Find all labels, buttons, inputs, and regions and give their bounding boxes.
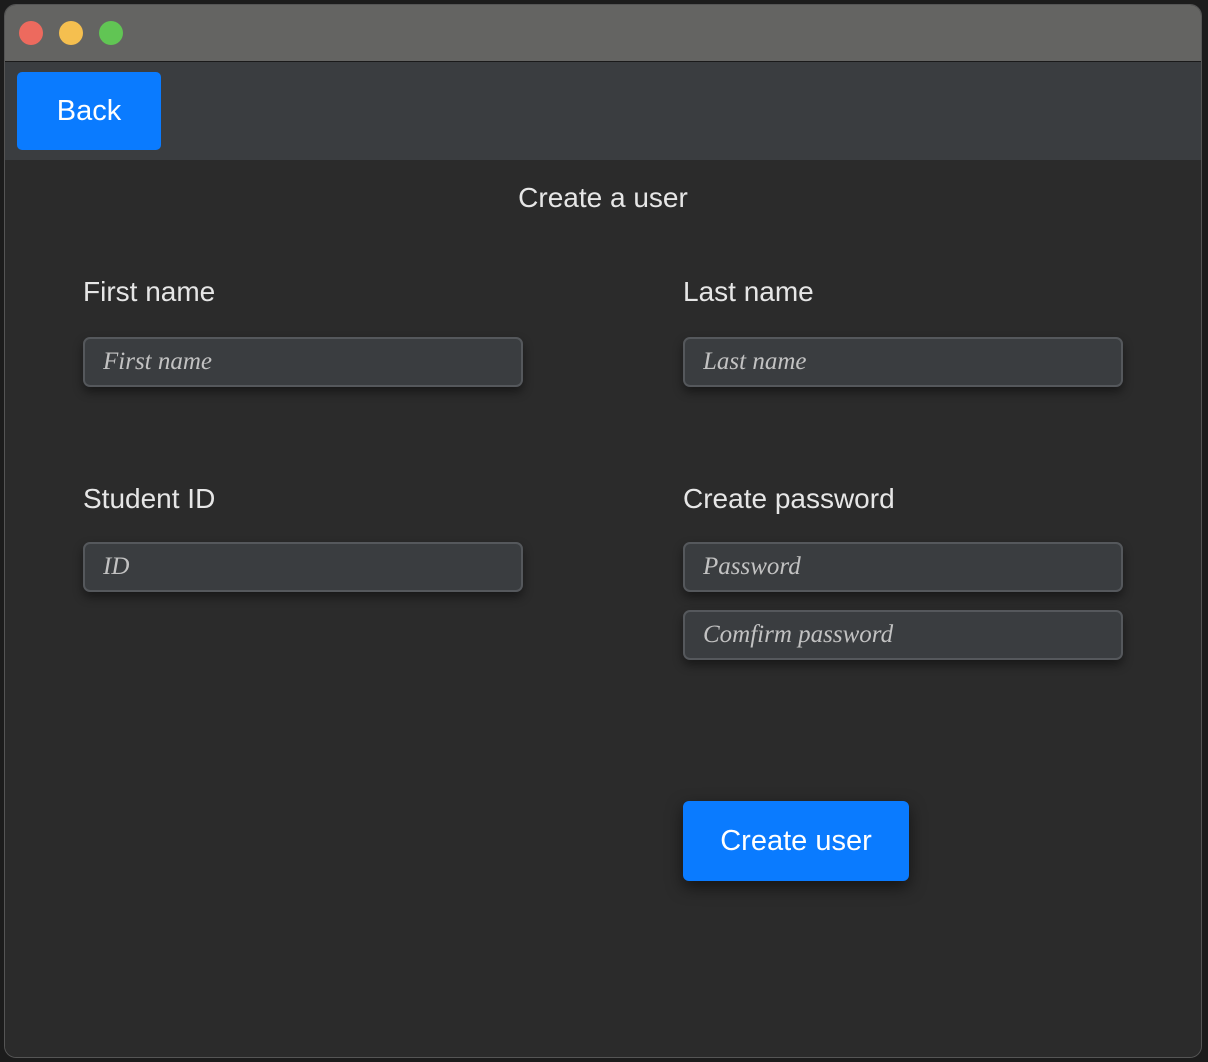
minimize-window-button[interactable] xyxy=(59,21,83,45)
page-title: Create a user xyxy=(518,182,688,213)
first-name-label: First name xyxy=(83,276,216,307)
last-name-label: Last name xyxy=(683,276,814,307)
confirm-password-input[interactable] xyxy=(683,610,1123,660)
create-user-button[interactable]: Create user xyxy=(683,801,909,881)
title-bar xyxy=(5,5,1201,62)
last-name-input[interactable] xyxy=(683,337,1123,387)
close-window-button[interactable] xyxy=(19,21,43,45)
first-name-input[interactable] xyxy=(83,337,523,387)
toolbar: Back xyxy=(5,62,1201,160)
app-window: Back Create a user First name Last name … xyxy=(4,4,1202,1058)
maximize-window-button[interactable] xyxy=(99,21,123,45)
create-password-label: Create password xyxy=(683,483,895,514)
password-input[interactable] xyxy=(683,542,1123,592)
student-id-label: Student ID xyxy=(83,483,216,514)
student-id-input[interactable] xyxy=(83,542,523,592)
back-button[interactable]: Back xyxy=(17,72,161,150)
desktop: Back Create a user First name Last name … xyxy=(0,0,1208,1062)
create-user-form: Create a user First name Last name Stude… xyxy=(5,160,1201,1057)
